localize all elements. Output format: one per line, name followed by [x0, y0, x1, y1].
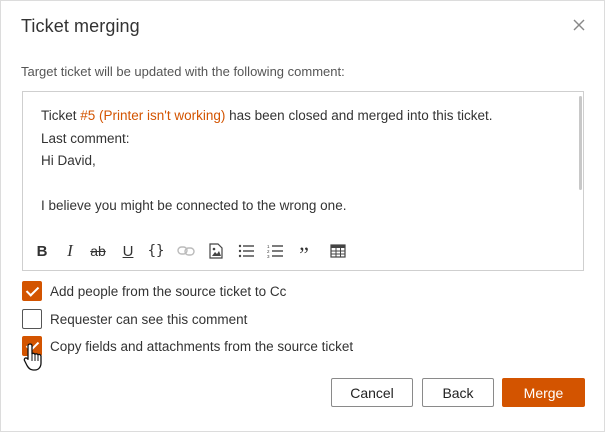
code-block-icon[interactable]: {}: [145, 239, 167, 263]
bold-icon[interactable]: B: [31, 239, 53, 263]
editor-line-4: [41, 173, 561, 196]
cancel-button[interactable]: Cancel: [331, 378, 413, 407]
option-label: Add people from the source ticket to Cc: [50, 283, 287, 299]
merge-button[interactable]: Merge: [502, 378, 585, 407]
italic-icon[interactable]: I: [59, 239, 81, 263]
table-icon[interactable]: [327, 239, 349, 263]
option-requester-visible[interactable]: Requester can see this comment: [22, 309, 442, 329]
underline-icon[interactable]: U: [117, 239, 139, 263]
option-add-cc[interactable]: Add people from the source ticket to Cc: [22, 281, 442, 301]
ticket-merging-dialog: Ticket merging Target ticket will be upd…: [0, 0, 605, 432]
comment-editor[interactable]: Ticket #5 (Printer isn't working) has be…: [22, 91, 584, 271]
editor-line-5: I believe you might be connected to the …: [41, 198, 347, 213]
line1-prefix: Ticket: [41, 108, 81, 123]
option-copy-fields[interactable]: Copy fields and attachments from the sou…: [22, 336, 442, 356]
dialog-subtitle: Target ticket will be updated with the f…: [21, 64, 345, 79]
dialog-title: Ticket merging: [21, 16, 140, 36]
quote-icon[interactable]: ”: [293, 239, 315, 267]
option-label: Requester can see this comment: [50, 311, 248, 327]
editor-scrollbar[interactable]: [579, 96, 582, 190]
editor-line-1: Ticket #5 (Printer isn't working) has be…: [41, 105, 561, 128]
link-icon[interactable]: [175, 239, 197, 263]
checkbox-requester-visible[interactable]: [22, 309, 42, 329]
line1-suffix: has been closed and merged into this tic…: [225, 108, 493, 123]
back-button[interactable]: Back: [422, 378, 494, 407]
image-icon[interactable]: [205, 239, 227, 263]
editor-line-2: Last comment:: [41, 130, 130, 146]
editor-line-3: Hi David,: [41, 153, 96, 168]
hand-cursor-icon: [23, 342, 47, 372]
source-ticket-link[interactable]: #5 (Printer isn't working): [80, 108, 225, 123]
comment-text[interactable]: Ticket #5 (Printer isn't working) has be…: [41, 105, 561, 218]
svg-text:3: 3: [267, 254, 270, 258]
strikethrough-icon[interactable]: ab: [87, 239, 109, 263]
checkbox-add-cc[interactable]: [22, 281, 42, 301]
numbered-list-icon[interactable]: 1 2 3: [264, 239, 286, 263]
option-label: Copy fields and attachments from the sou…: [50, 338, 354, 354]
bulleted-list-icon[interactable]: [235, 239, 257, 263]
close-icon[interactable]: [572, 18, 586, 32]
editor-toolbar: B I ab U {} 1 2 3 ”: [31, 239, 351, 267]
